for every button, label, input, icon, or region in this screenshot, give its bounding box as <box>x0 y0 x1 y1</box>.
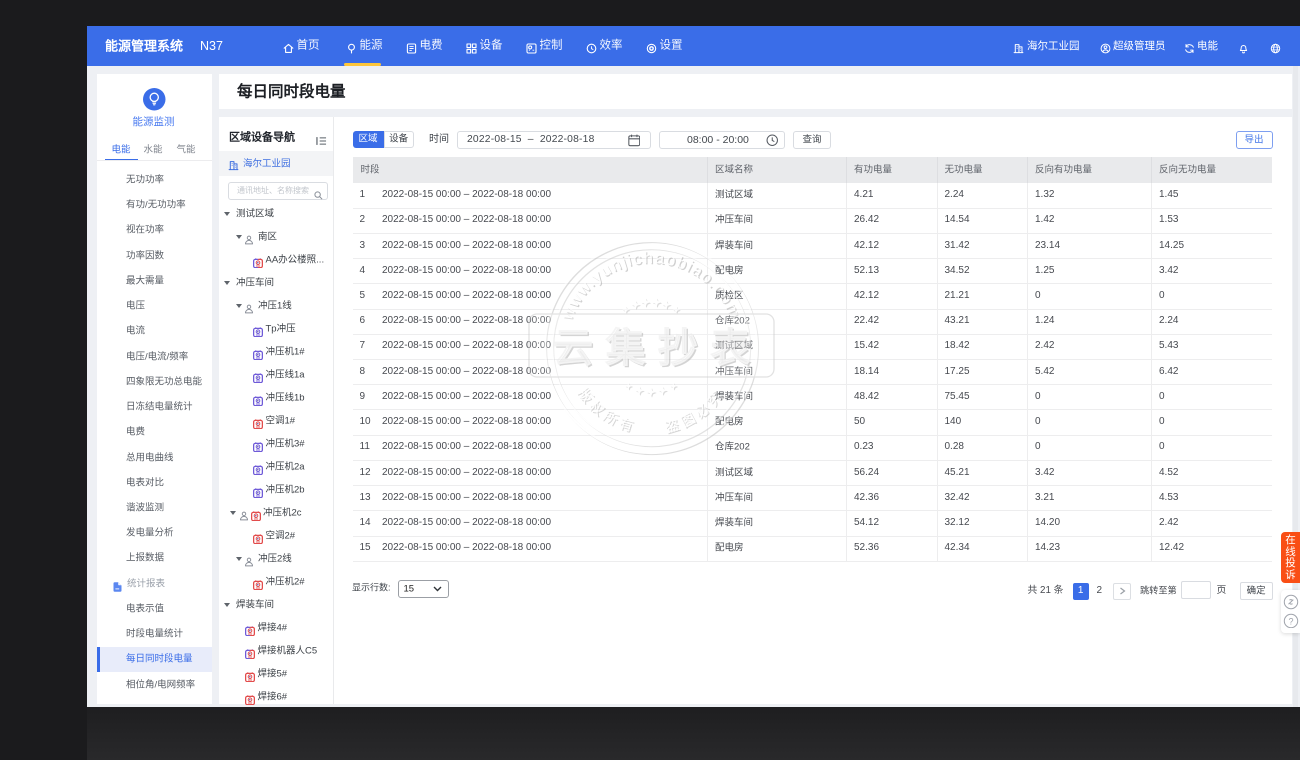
svg-text:云集抄表: 云集抄表 <box>553 327 763 371</box>
svg-text:www.yunjichaobiao.com: www.yunjichaobiao.com <box>558 249 744 323</box>
svg-text:?: ? <box>1288 616 1293 626</box>
